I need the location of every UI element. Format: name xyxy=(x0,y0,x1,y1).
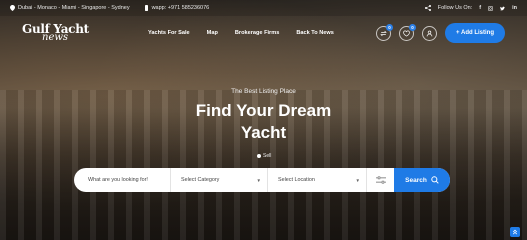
user-icon xyxy=(426,30,433,37)
logo-line2: news xyxy=(42,32,69,43)
main-navbar: Gulf Yacht news Yachts For Sale Map Brok… xyxy=(0,20,527,46)
hero-heading: The Best Listing Place Find Your Dream Y… xyxy=(0,88,527,144)
location-value: Select Location xyxy=(278,177,315,183)
keyword-placeholder: What are you looking for! xyxy=(88,177,148,183)
hero-eyebrow: The Best Listing Place xyxy=(231,88,296,95)
account-button[interactable] xyxy=(422,25,438,41)
compare-count-badge: 0 xyxy=(386,23,394,31)
add-listing-button[interactable]: + Add Listing xyxy=(445,23,505,43)
wishlist-count-badge: 0 xyxy=(409,23,417,31)
category-select[interactable]: Select Category ▼ xyxy=(170,168,267,192)
chevron-down-icon: ▼ xyxy=(256,177,261,183)
filter-button[interactable] xyxy=(366,168,394,192)
location-select[interactable]: Select Location ▼ xyxy=(267,168,366,192)
site-logo[interactable]: Gulf Yacht news xyxy=(22,23,92,43)
add-listing-label: + Add Listing xyxy=(456,30,494,36)
hero-title-line2: Yacht xyxy=(240,123,287,142)
facebook-icon[interactable]: f xyxy=(479,5,481,11)
search-icon xyxy=(431,176,439,184)
heart-icon xyxy=(403,30,410,37)
menu-map[interactable]: Map xyxy=(207,30,218,36)
hero-title-line1: Find Your Dream xyxy=(195,101,332,120)
map-pin-icon xyxy=(10,5,15,11)
twitter-icon[interactable] xyxy=(500,6,506,11)
category-value: Select Category xyxy=(181,177,220,183)
phone-info: wapp: +971 585236076 xyxy=(144,5,210,11)
share-icon xyxy=(424,5,431,11)
main-menu: Yachts For Sale Map Brokerage Firms Back… xyxy=(148,30,334,36)
follow-label: Follow Us On: xyxy=(437,5,473,11)
menu-yachts-for-sale[interactable]: Yachts For Sale xyxy=(148,30,190,36)
double-chevron-up-icon xyxy=(512,229,518,235)
slider-indicator[interactable]: Sell xyxy=(257,153,271,159)
locations-text: Dubai - Monaco - Miami - Singapore - Syd… xyxy=(18,5,130,11)
linkedin-icon[interactable]: in xyxy=(512,5,517,11)
search-button[interactable]: Search xyxy=(394,168,450,192)
search-button-label: Search xyxy=(405,176,427,184)
keyword-field[interactable]: What are you looking for! xyxy=(74,168,170,192)
compare-arrows-icon xyxy=(380,30,387,37)
wishlist-button[interactable]: 0 xyxy=(399,23,417,41)
phone-text[interactable]: wapp: +971 585236076 xyxy=(152,5,210,11)
top-bar: Dubai - Monaco - Miami - Singapore - Syd… xyxy=(0,0,527,16)
instagram-icon[interactable] xyxy=(488,5,494,11)
chevron-down-icon: ▼ xyxy=(355,177,360,183)
search-bar: What are you looking for! Select Categor… xyxy=(74,168,450,192)
slider-label: Sell xyxy=(263,153,272,159)
compare-button[interactable]: 0 xyxy=(376,23,394,41)
menu-brokerage-firms[interactable]: Brokerage Firms xyxy=(235,30,279,36)
scroll-to-top-button[interactable] xyxy=(510,227,520,237)
location-info: Dubai - Monaco - Miami - Singapore - Syd… xyxy=(10,5,130,11)
menu-back-to-news[interactable]: Back To News xyxy=(296,30,334,36)
slider-dot xyxy=(257,154,261,158)
phone-icon xyxy=(144,5,149,11)
sliders-icon xyxy=(375,176,386,184)
